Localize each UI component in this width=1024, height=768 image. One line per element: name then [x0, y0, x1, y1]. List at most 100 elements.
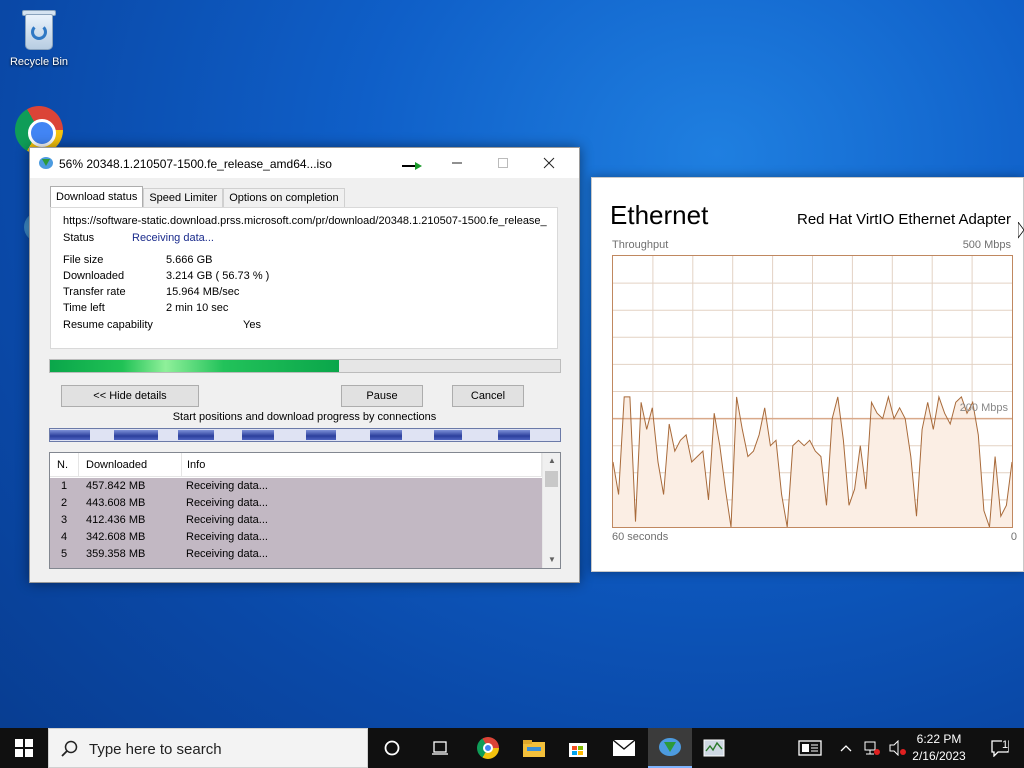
start-button[interactable] [0, 728, 48, 768]
mail-envelope-icon [613, 740, 635, 756]
cancel-button[interactable]: Cancel [452, 385, 524, 407]
task-manager-icon [703, 739, 725, 757]
chrome-icon [477, 737, 499, 759]
close-button[interactable] [526, 148, 572, 178]
zero-scale-label: 0 [1010, 531, 1017, 543]
row-info: Receiving data... [186, 497, 268, 509]
mid-scale-label: 200 Mbps [959, 402, 1008, 414]
status-value: Receiving data... [132, 232, 214, 244]
task-view-icon [432, 741, 448, 755]
idm-window-title: 56% 20348.1.210507-1500.fe_release_amd64… [59, 157, 332, 171]
downloaded-label: Downloaded [63, 270, 125, 282]
scroll-thumb[interactable] [545, 471, 558, 487]
adapter-name: Red Hat VirtIO Ethernet Adapter [796, 211, 1011, 228]
file-size-label: File size [63, 254, 104, 266]
connections-list-header: N. Downloaded Info [50, 453, 542, 477]
cortana-button[interactable] [370, 728, 414, 768]
resize-cursor-icon [1018, 222, 1024, 239]
taskbar-mail[interactable] [602, 728, 646, 768]
taskbar-search-box[interactable]: Type here to search [48, 728, 368, 768]
table-row[interactable]: 3 412.436 MB Receiving data... [50, 512, 542, 529]
clock-time[interactable]: 6:22 PM [905, 732, 973, 746]
tab-options-on-completion[interactable]: Options on completion [223, 188, 345, 208]
downloaded-value: 3.214 GB ( 56.73 % ) [166, 270, 270, 282]
time-span-label: 60 seconds [612, 531, 669, 543]
row-n: 2 [61, 497, 68, 509]
pointer-arrow-icon [402, 162, 422, 170]
show-hidden-icons-button[interactable] [832, 728, 860, 768]
task-view-button[interactable] [418, 728, 462, 768]
maximize-button[interactable] [480, 148, 526, 178]
hide-details-button[interactable]: << Hide details [61, 385, 199, 407]
row-info: Receiving data... [186, 531, 268, 543]
taskbar-chrome[interactable] [466, 728, 510, 768]
connections-list-rows: 1 457.842 MB Receiving data... 2 443.608… [50, 478, 542, 568]
table-row[interactable]: 4 342.608 MB Receiving data... [50, 529, 542, 546]
windows-logo-icon [15, 739, 33, 757]
clock-date[interactable]: 2/16/2023 [905, 749, 973, 763]
transfer-rate-label: Transfer rate [63, 286, 126, 298]
desktop-icon-label: Recycle Bin [9, 56, 69, 68]
idm-icon [659, 738, 681, 756]
connections-list[interactable]: N. Downloaded Info 1 457.842 MB Receivin… [49, 452, 561, 569]
row-info: Receiving data... [186, 548, 268, 560]
idm-body: Download status Speed Limiter Options on… [30, 178, 579, 582]
idm-download-window: 56% 20348.1.210507-1500.fe_release_amd64… [29, 147, 580, 583]
network-tray-button[interactable] [858, 728, 886, 768]
row-n: 3 [61, 514, 68, 526]
table-row[interactable]: 5 359.358 MB Receiving data... [50, 546, 542, 563]
list-scrollbar[interactable]: ▲ ▼ [542, 453, 560, 568]
cortana-circle-icon [384, 740, 400, 756]
download-progress-fill [50, 360, 340, 372]
table-row[interactable]: 2 443.608 MB Receiving data... [50, 495, 542, 512]
action-center-button[interactable]: 1 [978, 728, 1022, 768]
column-header-downloaded[interactable]: Downloaded [86, 459, 147, 471]
taskbar-microsoft-store[interactable] [556, 728, 600, 768]
resume-label: Resume capability [63, 319, 153, 331]
download-url: https://software-static.download.prss.mi… [63, 215, 547, 227]
desktop-icon-recycle-bin[interactable]: Recycle Bin [2, 8, 76, 68]
taskbar-internet-download-manager[interactable] [648, 728, 692, 768]
idm-tabs: Download status Speed Limiter Options on… [50, 186, 345, 208]
minimize-button[interactable] [434, 148, 480, 178]
pause-button[interactable]: Pause [341, 385, 423, 407]
taskbar-task-manager[interactable] [692, 728, 736, 768]
transfer-rate-value: 15.964 MB/sec [166, 286, 240, 298]
row-n: 1 [61, 480, 68, 492]
row-downloaded: 359.358 MB [86, 548, 146, 560]
row-info: Receiving data... [186, 514, 268, 526]
recycle-bin-icon [19, 8, 59, 52]
row-downloaded: 342.608 MB [86, 531, 146, 543]
row-downloaded: 443.608 MB [86, 497, 146, 509]
chevron-up-icon [840, 745, 852, 752]
status-label: Status [63, 232, 95, 244]
column-header-n[interactable]: N. [57, 459, 68, 471]
idm-titlebar[interactable]: 56% 20348.1.210507-1500.fe_release_amd64… [30, 148, 579, 178]
throughput-graph: 200 Mbps [612, 255, 1013, 528]
row-info: Receiving data... [186, 480, 268, 492]
table-row[interactable]: 1 457.842 MB Receiving data... [50, 478, 542, 495]
news-widget-button[interactable] [788, 728, 832, 768]
taskbar-file-explorer[interactable] [512, 728, 556, 768]
scroll-up-icon[interactable]: ▲ [543, 453, 561, 469]
time-left-label: Time left [63, 302, 105, 314]
folder-icon [523, 740, 545, 757]
tab-download-status[interactable]: Download status [50, 186, 144, 208]
throughput-label: Throughput [612, 239, 669, 251]
tab-speed-limiter[interactable]: Speed Limiter [143, 188, 224, 208]
transfer-rate-row: Transfer rate 15.964 MB/sec [63, 286, 239, 298]
file-size-row: File size 5.666 GB [63, 254, 212, 266]
close-icon [543, 157, 555, 169]
time-left-value: 2 min 10 sec [166, 302, 229, 314]
store-bag-icon [569, 743, 587, 757]
minimize-icon [452, 162, 462, 164]
file-size-value: 5.666 GB [166, 254, 213, 266]
column-header-info[interactable]: Info [187, 459, 205, 471]
row-downloaded: 457.842 MB [86, 480, 146, 492]
connections-label: Start positions and download progress by… [172, 411, 437, 423]
row-n: 4 [61, 531, 68, 543]
time-left-row: Time left 2 min 10 sec [63, 302, 228, 314]
notification-count: 1 [1002, 739, 1009, 751]
resume-value: Yes [243, 319, 261, 331]
scroll-down-icon[interactable]: ▼ [543, 552, 561, 568]
